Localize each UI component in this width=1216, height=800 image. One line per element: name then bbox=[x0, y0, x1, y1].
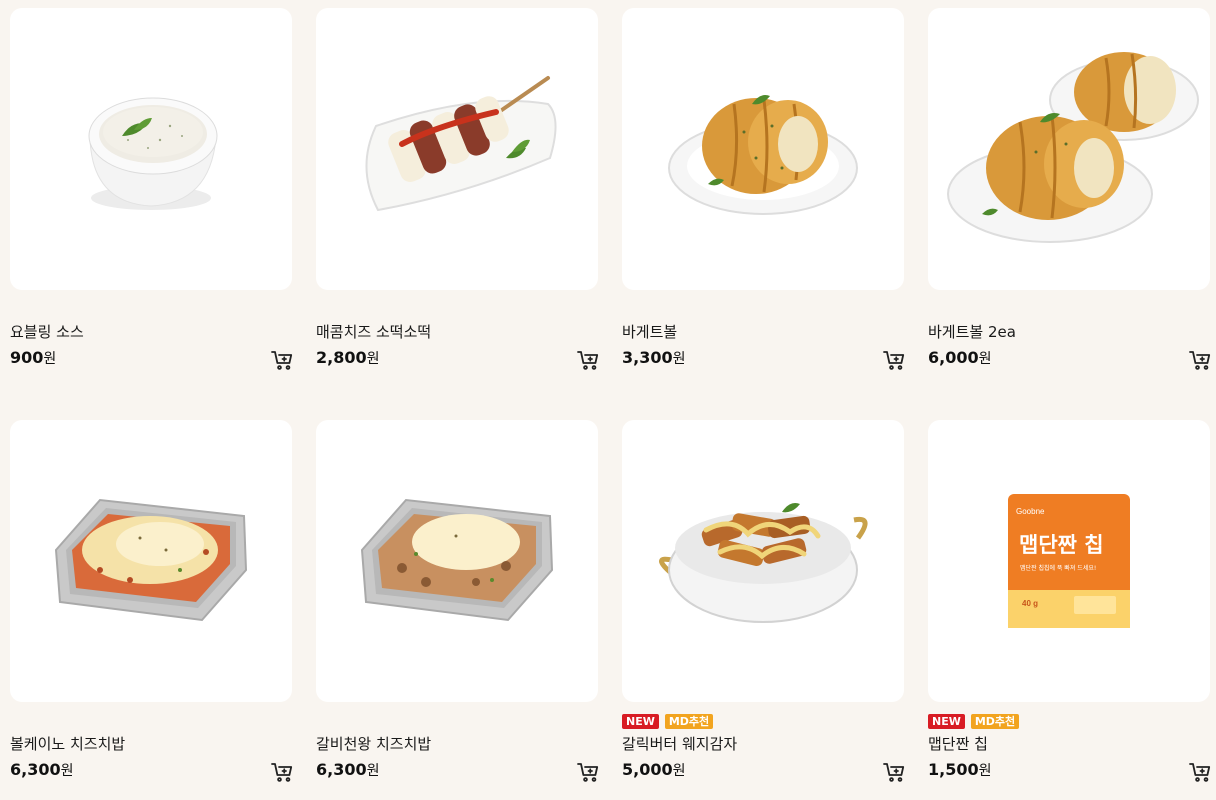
product-name[interactable]: 요블링 소스 bbox=[10, 322, 260, 342]
cart-icon[interactable] bbox=[270, 760, 294, 784]
new-badge: NEW bbox=[928, 714, 965, 729]
product-name[interactable]: 매콤치즈 소떡소떡 bbox=[316, 322, 566, 342]
product-name[interactable]: 갈릭버터 웨지감자 bbox=[622, 734, 872, 754]
cart-icon[interactable] bbox=[1188, 348, 1212, 372]
product-price: 3,300원 bbox=[622, 348, 686, 367]
product-image[interactable] bbox=[316, 8, 598, 290]
cart-icon[interactable] bbox=[882, 348, 906, 372]
product-price: 900원 bbox=[10, 348, 57, 367]
product-price: 5,000원 bbox=[622, 760, 686, 779]
chip-brand: Goobne bbox=[1016, 507, 1045, 516]
md-pick-badge: MD추천 bbox=[664, 714, 714, 729]
product-name[interactable]: 맵단짠 칩 bbox=[928, 734, 1178, 754]
product-image[interactable] bbox=[928, 8, 1210, 290]
product-price: 2,800원 bbox=[316, 348, 380, 367]
product-image[interactable] bbox=[622, 420, 904, 702]
product-price: 6,000원 bbox=[928, 348, 992, 367]
product-card[interactable]: NEW MD추천 갈릭버터 웨지감자 5,000원 bbox=[622, 420, 906, 800]
cart-icon[interactable] bbox=[1188, 760, 1212, 784]
badge-list: NEW MD추천 bbox=[622, 714, 714, 729]
product-card[interactable]: 요블링 소스 900원 bbox=[10, 8, 294, 388]
chip-pack-title: 맵단짠 칩 bbox=[1019, 533, 1104, 557]
product-card[interactable]: 갈비천왕 치즈치밥 6,300원 bbox=[316, 420, 600, 800]
cart-icon[interactable] bbox=[576, 348, 600, 372]
badge-list: NEW MD추천 bbox=[928, 714, 1020, 729]
product-name[interactable]: 바게트볼 2ea bbox=[928, 322, 1178, 342]
product-image[interactable] bbox=[316, 420, 598, 702]
product-image[interactable]: Goobne 맵단짠 칩 맵단짠 칩칩에 푹 빠져 드세요! 40 g bbox=[928, 420, 1210, 702]
product-card[interactable]: 바게트볼 2ea 6,000원 bbox=[928, 8, 1212, 388]
product-price: 1,500원 bbox=[928, 760, 992, 779]
product-card[interactable]: 볼케이노 치즈치밥 6,300원 bbox=[10, 420, 294, 800]
cart-icon[interactable] bbox=[882, 760, 906, 784]
product-grid: 요블링 소스 900원 매콤치즈 소떡소떡 2,800원 바게트볼 3,300원… bbox=[0, 0, 1216, 798]
product-name[interactable]: 볼케이노 치즈치밥 bbox=[10, 734, 260, 754]
product-card[interactable]: 매콤치즈 소떡소떡 2,800원 bbox=[316, 8, 600, 388]
product-image[interactable] bbox=[10, 8, 292, 290]
chip-tagline: 맵단짠 칩칩에 푹 빠져 드세요! bbox=[1020, 564, 1096, 572]
product-card[interactable]: 바게트볼 3,300원 bbox=[622, 8, 906, 388]
new-badge: NEW bbox=[622, 714, 659, 729]
product-name[interactable]: 갈비천왕 치즈치밥 bbox=[316, 734, 566, 754]
product-card[interactable]: Goobne 맵단짠 칩 맵단짠 칩칩에 푹 빠져 드세요! 40 g NEW … bbox=[928, 420, 1212, 800]
product-price: 6,300원 bbox=[316, 760, 380, 779]
cart-icon[interactable] bbox=[270, 348, 294, 372]
chip-weight: 40 g bbox=[1022, 599, 1038, 608]
product-image[interactable] bbox=[10, 420, 292, 702]
cart-icon[interactable] bbox=[576, 760, 600, 784]
product-price: 6,300원 bbox=[10, 760, 74, 779]
product-image[interactable] bbox=[622, 8, 904, 290]
product-name[interactable]: 바게트볼 bbox=[622, 322, 872, 342]
md-pick-badge: MD추천 bbox=[970, 714, 1020, 729]
